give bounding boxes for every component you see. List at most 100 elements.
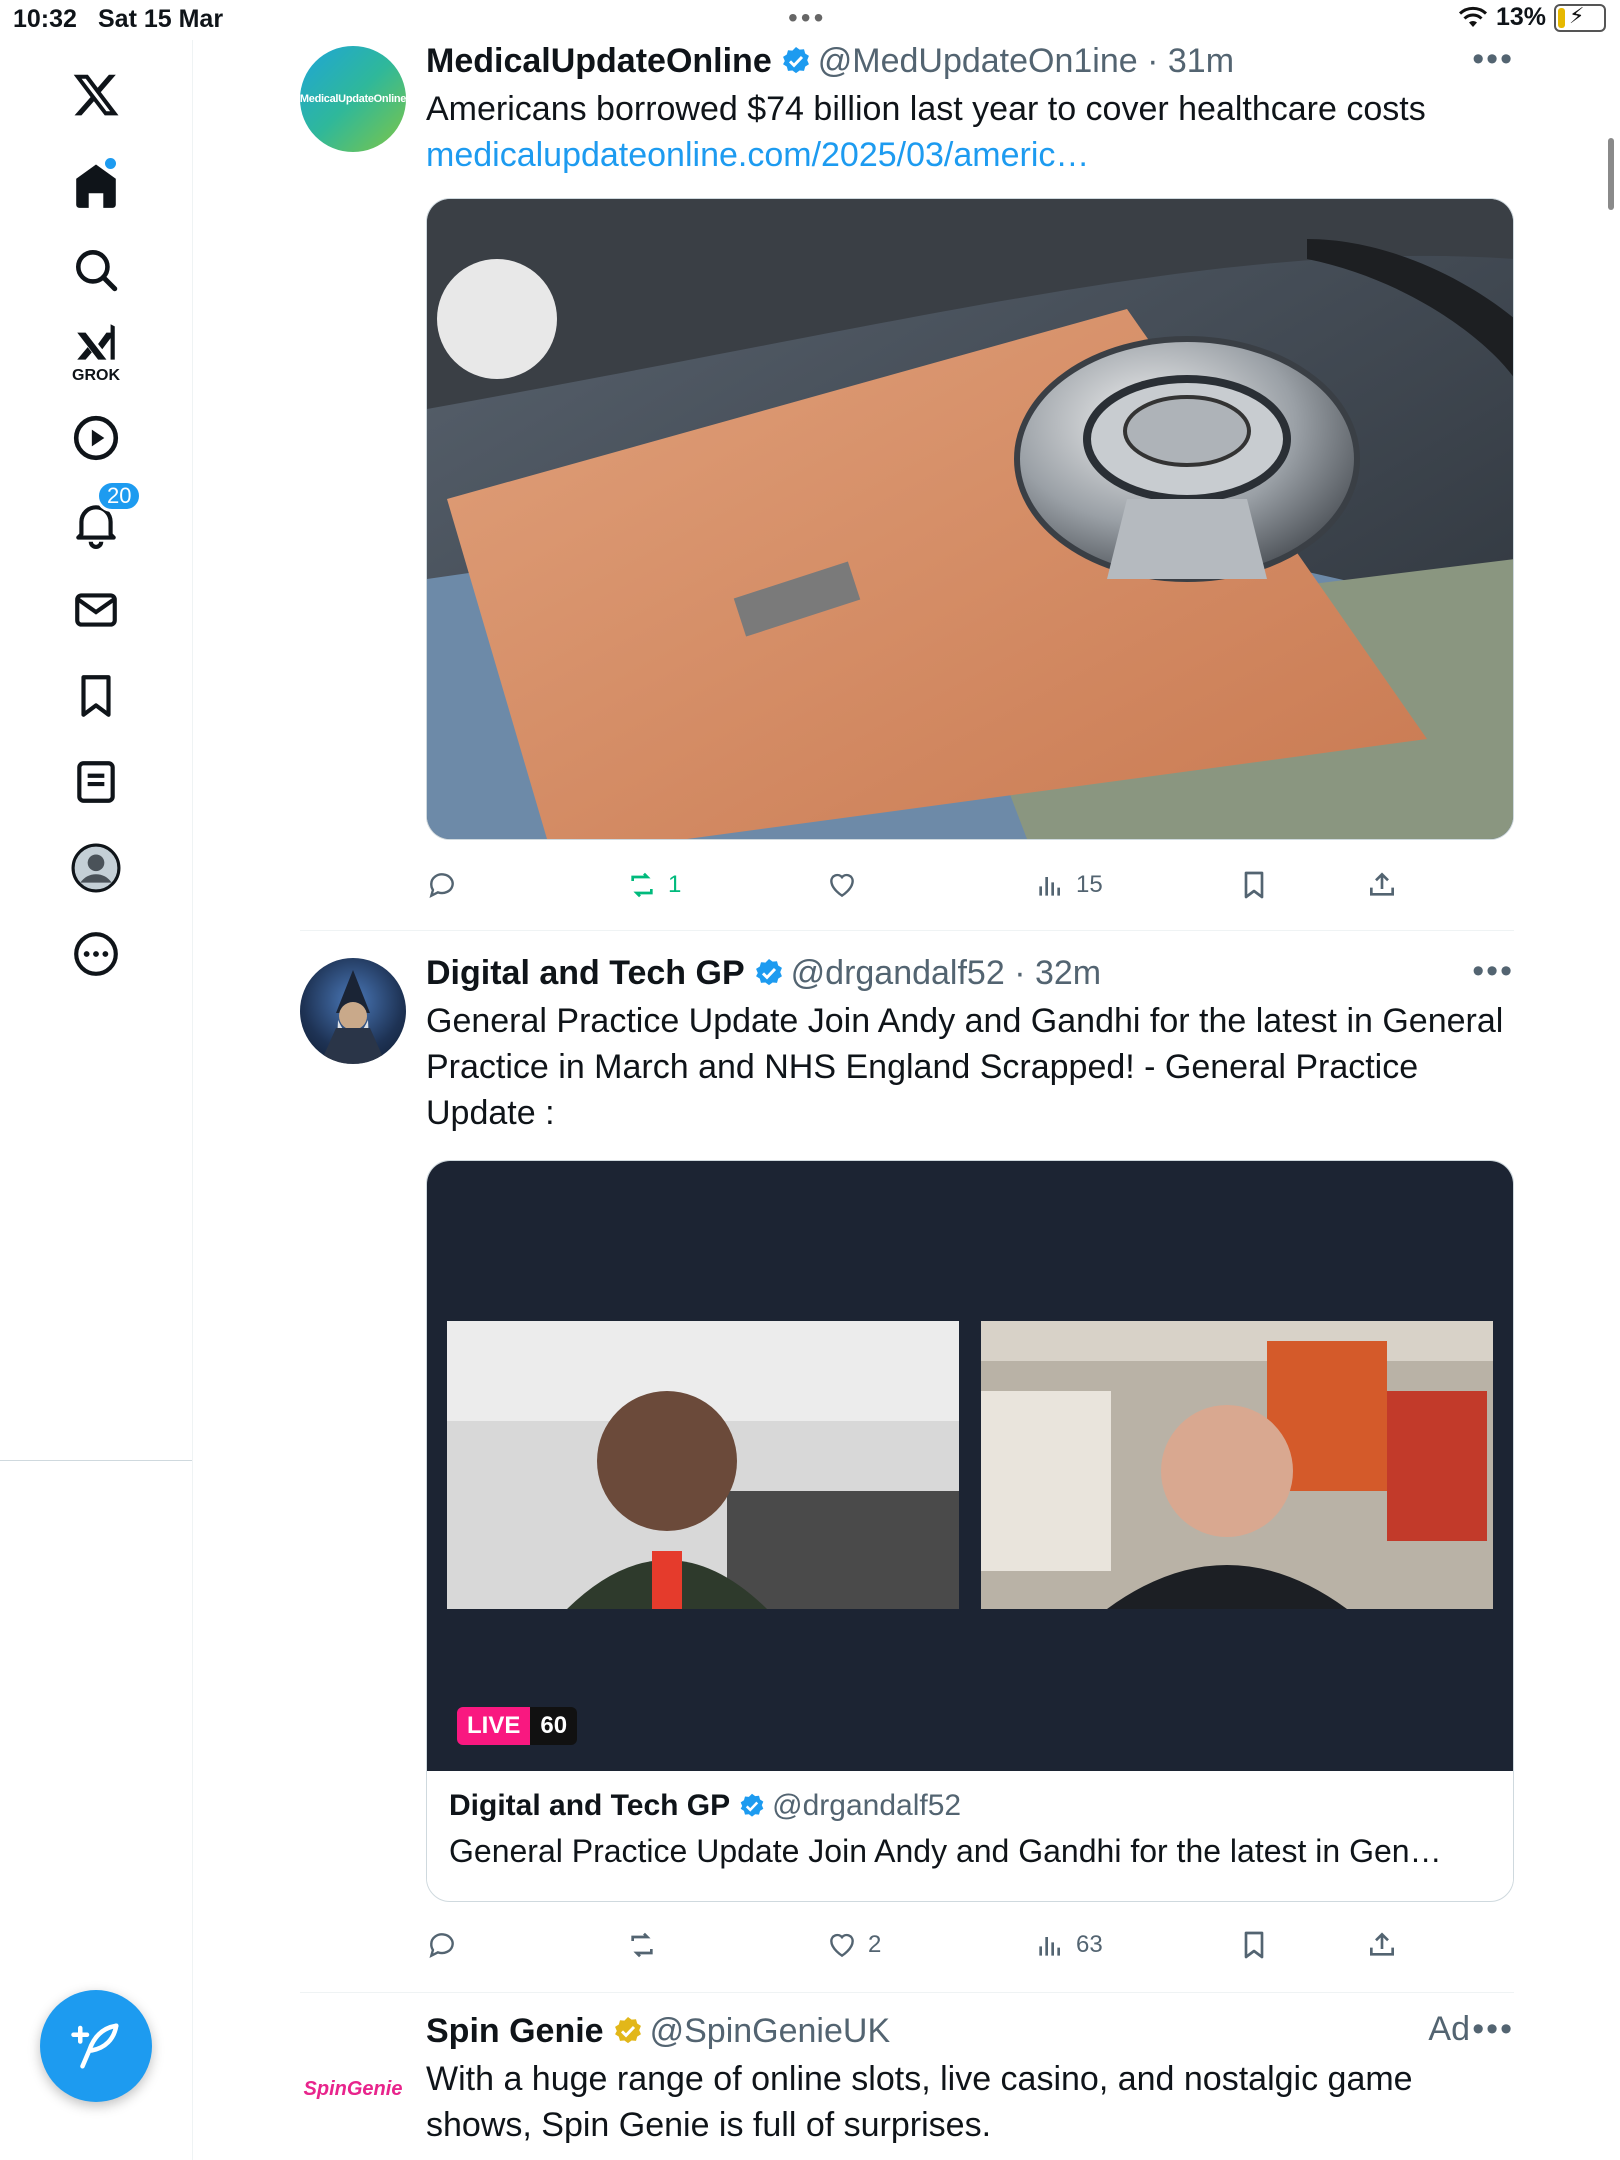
more-options-icon[interactable]: ••• (1472, 2010, 1514, 2049)
more-options-icon[interactable]: ••• (1472, 40, 1514, 79)
new-posts-dot (105, 158, 116, 169)
card-author-name: Digital and Tech GP (449, 1789, 731, 1822)
battery-icon: ⚡ (1554, 3, 1606, 32)
card-author-handle: @drgandalf52 (772, 1789, 962, 1822)
sidebar-item-more[interactable] (46, 904, 146, 1004)
sidebar-item-notifications[interactable]: 20 (46, 474, 146, 574)
retweet-button[interactable]: 1 (626, 869, 681, 901)
like-count: 2 (868, 1931, 882, 1958)
bar-chart-icon (1039, 877, 1060, 896)
sidebar-item-messages[interactable] (46, 560, 146, 660)
broadcast-preview[interactable]: LIVE 60 (427, 1161, 1513, 1771)
heart-icon (830, 1933, 854, 1958)
card-header: Digital and Tech GP @drgandalf52 (449, 1789, 1491, 1823)
tweet-link[interactable]: medicalupdateonline.com/2025/03/americ… (426, 132, 1514, 178)
tweet-image[interactable] (426, 198, 1514, 840)
verified-badge-icon (755, 959, 782, 986)
share-icon (1370, 872, 1394, 896)
heart-icon (830, 873, 854, 898)
views-button[interactable]: 15 (1034, 869, 1103, 901)
card-text: General Practice Update Join Andy and Ga… (449, 1833, 1442, 1869)
live-label: LIVE (457, 1707, 531, 1745)
sidebar-item-grok[interactable]: GROK (46, 302, 146, 402)
share-button[interactable] (1366, 1929, 1398, 1961)
timestamp[interactable]: 32m (1035, 952, 1101, 994)
views-button[interactable]: 63 (1034, 1929, 1103, 1961)
sidebar-item-profile[interactable] (46, 818, 146, 918)
tweet-text: Americans borrowed $74 billion last year… (426, 90, 1426, 128)
author-name[interactable]: MedicalUpdateOnline (426, 40, 772, 82)
share-icon (1370, 1932, 1394, 1956)
notification-count-badge: 20 (96, 480, 143, 512)
gold-verified-badge-icon (614, 2017, 641, 2044)
tweet[interactable]: MedicalUpdateOnline MedicalUpdateOnline … (300, 40, 1514, 930)
like-button[interactable] (826, 869, 868, 901)
retweet-button[interactable] (626, 1929, 668, 1961)
wizard-avatar-image (320, 970, 386, 1064)
stethoscope-card-photo (427, 199, 1513, 839)
scrollbar[interactable] (1608, 138, 1614, 210)
tweet-actions: 2 63 (426, 1920, 1514, 1970)
reply-icon (429, 873, 454, 898)
author-handle[interactable]: @SpinGenieUK (650, 2010, 891, 2052)
avatar-text: SpinGenie (303, 2077, 403, 2100)
play-icon (73, 415, 119, 461)
bookmark-icon (81, 675, 111, 717)
feather-plus-icon (71, 2023, 119, 2069)
tweet-divider (300, 1992, 1514, 1993)
timestamp[interactable]: 31m (1168, 40, 1234, 82)
tweet-text: With a huge range of online slots, live … (426, 2060, 1413, 2144)
broadcast-video-frame (447, 1321, 1493, 1609)
avatar[interactable]: SpinGenie (300, 2036, 406, 2142)
bookmark-button[interactable] (1238, 869, 1270, 901)
bookmark-icon (1244, 1931, 1264, 1959)
retweet-icon (631, 1932, 653, 1958)
sidebar-item-bookmarks[interactable] (46, 646, 146, 746)
bookmark-button[interactable] (1238, 1929, 1270, 1961)
like-button[interactable]: 2 (826, 1929, 881, 1961)
author-handle[interactable]: @MedUpdateOn1ine (818, 40, 1138, 82)
verified-badge-icon (740, 1793, 764, 1817)
tweet-header: MedicalUpdateOnline @MedUpdateOn1ine · 3… (426, 40, 1514, 82)
reply-icon (429, 1933, 454, 1958)
sidebar-item-video[interactable] (46, 388, 146, 488)
retweet-icon (631, 872, 653, 898)
status-right: 13% ⚡ (1458, 3, 1606, 32)
bar-chart-icon (1039, 1937, 1060, 1956)
x-logo-icon[interactable] (46, 45, 146, 145)
author-handle[interactable]: @drgandalf52 (791, 952, 1005, 994)
verified-badge-icon (782, 47, 809, 74)
author-name[interactable]: Spin Genie (426, 2010, 604, 2052)
separator-dot: · (1004, 954, 1035, 992)
tweet-header: Digital and Tech GP @drgandalf52 · 32m (426, 952, 1514, 994)
multitasking-dots-icon[interactable]: ••• (788, 2, 826, 34)
card-footer[interactable]: Digital and Tech GP @drgandalf52 General… (427, 1771, 1513, 1886)
more-options-icon[interactable]: ••• (1472, 952, 1514, 991)
live-broadcast-card[interactable]: LIVE 60 Digital and Tech GP @drgandalf52… (426, 1160, 1514, 1902)
list-icon (77, 761, 115, 803)
reply-button[interactable] (426, 1929, 468, 1961)
live-badge: LIVE 60 (457, 1707, 578, 1745)
status-time: 10:32 (13, 5, 77, 33)
avatar[interactable] (300, 958, 406, 1064)
tweet-text: General Practice Update Join Andy and Ga… (426, 1002, 1504, 1132)
live-viewer-count: 60 (530, 1707, 578, 1745)
tweet-actions: 1 15 (426, 860, 1514, 910)
share-button[interactable] (1366, 869, 1398, 901)
tweet[interactable]: SpinGenie Spin Genie @SpinGenieUK Ad •••… (300, 2010, 1514, 2160)
grok-label: GROK (72, 367, 120, 384)
compose-button[interactable] (40, 1990, 152, 2102)
author-name[interactable]: Digital and Tech GP (426, 952, 745, 994)
avatar[interactable]: MedicalUpdateOnline (300, 46, 406, 152)
reply-button[interactable] (426, 869, 468, 901)
ad-label: Ad (1428, 2010, 1470, 2048)
views-count: 15 (1076, 871, 1103, 898)
avatar-icon (71, 843, 121, 893)
tweet-header: Spin Genie @SpinGenieUK (426, 2010, 1514, 2052)
sidebar-item-lists[interactable] (46, 732, 146, 832)
mail-icon (75, 593, 117, 627)
tweet[interactable]: Digital and Tech GP @drgandalf52 · 32m •… (300, 952, 1514, 1992)
home-icon (76, 164, 116, 208)
more-circle-icon (74, 932, 118, 976)
status-date: Sat 15 Mar (98, 5, 224, 33)
